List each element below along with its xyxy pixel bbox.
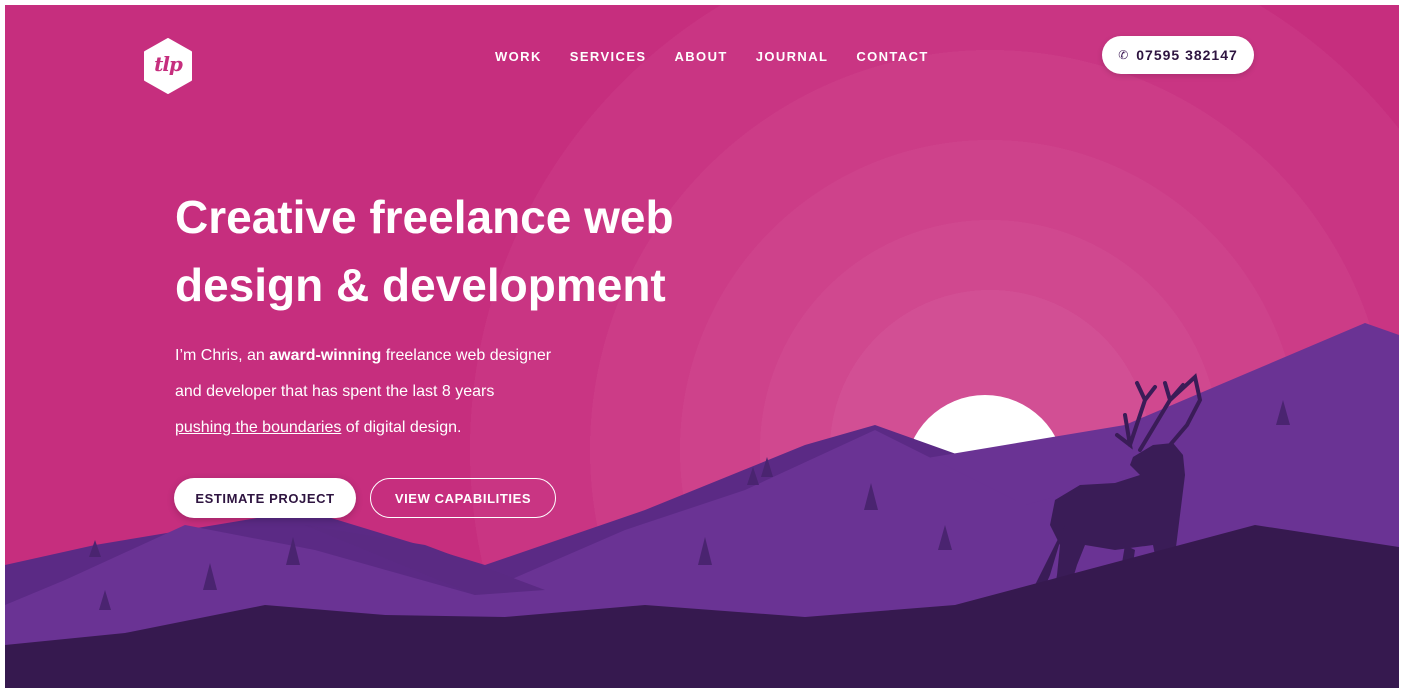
phone-number: 07595 382147: [1136, 47, 1238, 63]
headline-line-2: design & development: [175, 259, 666, 311]
hero-section: tlp WORK SERVICES ABOUT JOURNAL CONTACT …: [5, 5, 1399, 688]
intro-text-2: freelance web designer: [381, 347, 552, 364]
logo-text: tlp: [154, 52, 183, 76]
headline-line-1: Creative freelance web: [175, 191, 674, 243]
nav-item-journal[interactable]: JOURNAL: [756, 49, 829, 64]
nav-item-about[interactable]: ABOUT: [674, 49, 727, 64]
phone-icon: ✆: [1118, 48, 1129, 62]
intro-text-1: I’m Chris, an: [175, 347, 270, 364]
intro-text-4: of digital design.: [341, 419, 462, 436]
hero-intro: I’m Chris, an award-winning freelance we…: [175, 338, 695, 446]
site-logo[interactable]: tlp: [143, 38, 193, 94]
intro-text-3: and developer that has spent the last 8 …: [175, 383, 495, 400]
estimate-project-button[interactable]: ESTIMATE PROJECT: [174, 478, 356, 518]
phone-button[interactable]: ✆ 07595 382147: [1102, 36, 1254, 74]
main-navigation: WORK SERVICES ABOUT JOURNAL CONTACT: [495, 49, 929, 64]
nav-item-work[interactable]: WORK: [495, 49, 542, 64]
view-capabilities-button[interactable]: VIEW CAPABILITIES: [370, 478, 556, 518]
intro-link-boundaries[interactable]: pushing the boundaries: [175, 419, 341, 436]
intro-bold-award: award-winning: [269, 347, 382, 364]
nav-item-contact[interactable]: CONTACT: [856, 49, 928, 64]
nav-item-services[interactable]: SERVICES: [570, 49, 647, 64]
hero-headline: Creative freelance web design & developm…: [175, 183, 795, 319]
